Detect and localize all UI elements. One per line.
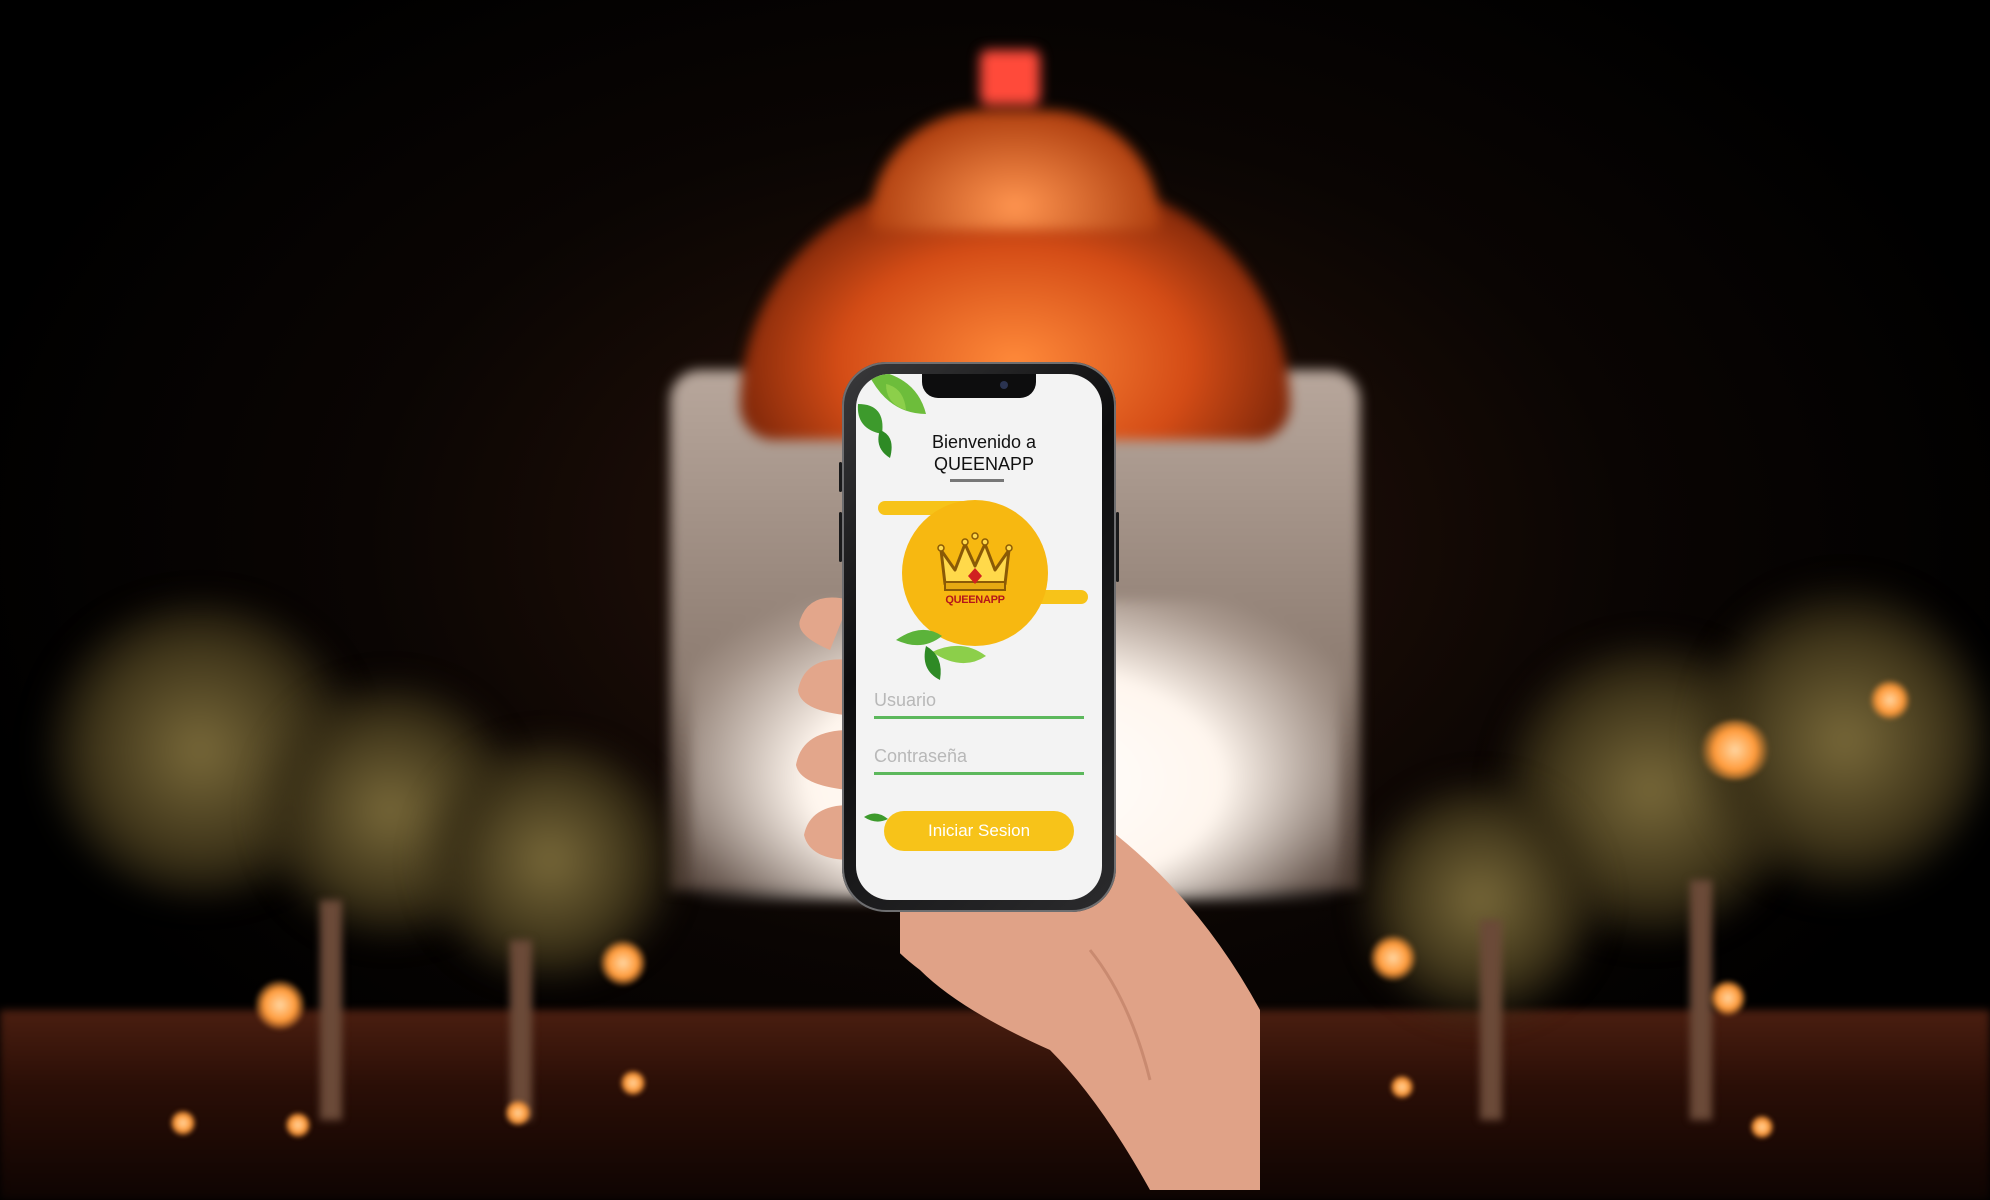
street-light bbox=[1870, 680, 1910, 720]
username-underline bbox=[874, 716, 1084, 719]
smartphone: Bienvenido a QUEENAPP QUEENAPP Usuario I… bbox=[839, 362, 1119, 912]
password-field-group bbox=[874, 742, 1084, 775]
street-light bbox=[1370, 935, 1416, 981]
title-divider bbox=[950, 479, 1004, 482]
username-input[interactable] bbox=[874, 686, 1084, 714]
leaf-icon bbox=[896, 629, 986, 680]
welcome-title: Bienvenido a bbox=[931, 432, 1037, 452]
logo-wordmark: QUEENAPP bbox=[945, 594, 1005, 606]
password-underline bbox=[874, 772, 1084, 775]
username-field-group bbox=[874, 686, 1084, 719]
street-light bbox=[600, 940, 646, 986]
login-button[interactable]: Iniciar Sesion bbox=[884, 811, 1074, 851]
street-light bbox=[1700, 720, 1770, 780]
street-light bbox=[505, 1100, 531, 1126]
tree bbox=[420, 740, 680, 980]
street-light bbox=[1750, 1115, 1774, 1139]
street-light bbox=[1390, 1075, 1414, 1099]
crown-icon bbox=[937, 532, 1013, 591]
password-input[interactable] bbox=[874, 742, 1084, 770]
app-screen: Bienvenido a QUEENAPP QUEENAPP Usuario I… bbox=[856, 374, 1102, 900]
street-light bbox=[620, 1070, 646, 1096]
street-light bbox=[255, 980, 305, 1030]
street-light bbox=[170, 1110, 196, 1136]
phone-notch bbox=[922, 374, 1036, 398]
app-name-title: QUEENAPP bbox=[933, 454, 1035, 474]
street-light bbox=[285, 1112, 311, 1138]
street-light bbox=[1710, 980, 1746, 1016]
